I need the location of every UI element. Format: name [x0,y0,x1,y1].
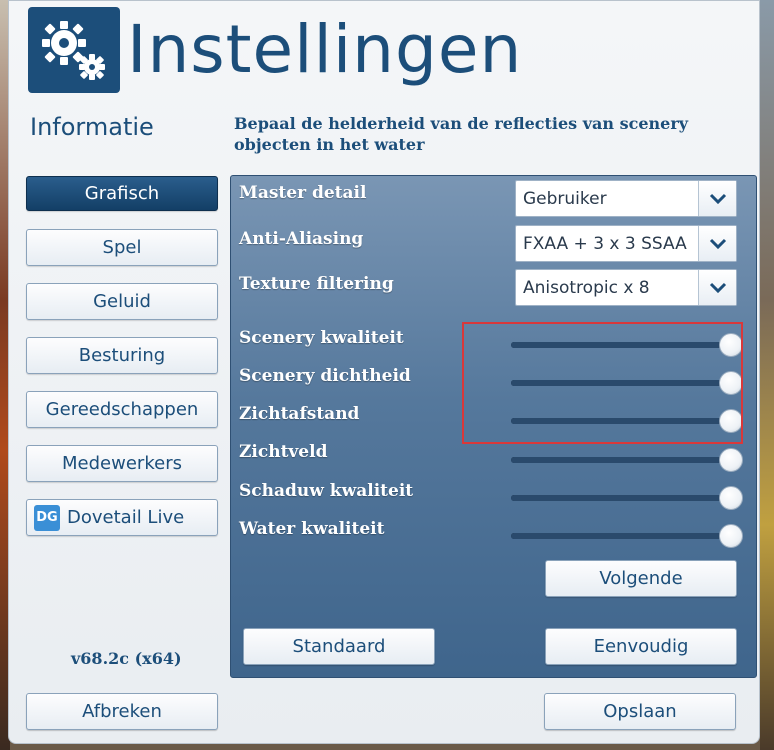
slider-thumb[interactable] [719,524,743,548]
texture-filtering-dropdown[interactable]: Anisotropic x 8 [515,269,737,306]
chevron-down-icon[interactable] [698,226,736,261]
cancel-button[interactable]: Afbreken [26,693,218,730]
master-detail-dropdown[interactable]: Gebruiker [515,180,737,217]
dropdown-value: Gebruiker [523,188,607,209]
nav-grafisch-button[interactable]: Grafisch [26,176,218,211]
nav-spel-button[interactable]: Spel [26,229,218,266]
nav-besturing-button[interactable]: Besturing [26,337,218,374]
nav-gereedschappen-button[interactable]: Gereedschappen [26,391,218,428]
setting-label: Zichtveld [239,442,328,462]
dropdown-value: FXAA + 3 x 3 SSAA [523,233,687,254]
nav-dovetail-live-button[interactable]: DG Dovetail Live [26,499,218,536]
slider-fill [511,457,731,463]
setting-label: Scenery kwaliteit [239,328,404,348]
nav-label: Dovetail Live [67,507,185,528]
schaduw-kwaliteit-slider[interactable] [511,485,743,511]
chevron-down-icon[interactable] [698,270,736,305]
setting-description: Bepaal de helderheid van de reflecties v… [234,114,689,154]
button-label: Opslaan [603,701,677,722]
dropdown-value: Anisotropic x 8 [523,277,650,298]
default-button[interactable]: Standaard [243,628,435,665]
settings-window: Instellingen Informatie Bepaal de helder… [8,0,760,744]
highlight-box [462,322,743,444]
save-button[interactable]: Opslaan [544,693,736,730]
nav-geluid-button[interactable]: Geluid [26,283,218,320]
gears-icon [28,7,120,93]
setting-label: Anti-Aliasing [239,229,364,249]
setting-label: Water kwaliteit [239,519,385,539]
version-label: v68.2c (x64) [71,649,182,668]
water-kwaliteit-slider[interactable] [511,523,743,549]
next-button[interactable]: Volgende [545,560,737,597]
slider-fill [511,533,731,539]
nav-label: Geluid [93,291,151,312]
setting-label: Zichtafstand [239,404,360,424]
button-label: Afbreken [82,701,162,722]
page-title: Instellingen [127,11,523,88]
slider-thumb[interactable] [719,486,743,510]
setting-label: Texture filtering [239,274,394,294]
nav-label: Medewerkers [62,453,182,474]
anti-aliasing-dropdown[interactable]: FXAA + 3 x 3 SSAA [515,225,737,262]
dovetail-live-icon: DG [34,504,60,531]
slider-fill [511,495,731,501]
setting-label: Master detail [239,183,367,203]
nav-label: Gereedschappen [45,399,199,420]
info-title: Informatie [30,113,154,141]
setting-label: Schaduw kwaliteit [239,481,414,501]
button-label: Volgende [599,568,683,589]
nav-label: Grafisch [84,183,160,204]
nav-medewerkers-button[interactable]: Medewerkers [26,445,218,482]
slider-thumb[interactable] [719,448,743,472]
nav-label: Besturing [78,345,166,366]
chevron-down-icon[interactable] [698,181,736,216]
simple-button[interactable]: Eenvoudig [545,628,737,665]
setting-label: Scenery dichtheid [239,366,411,386]
zichtveld-slider[interactable] [511,447,743,473]
button-label: Eenvoudig [593,636,689,657]
button-label: Standaard [292,636,386,657]
background-right [760,0,774,750]
nav-label: Spel [102,237,142,258]
